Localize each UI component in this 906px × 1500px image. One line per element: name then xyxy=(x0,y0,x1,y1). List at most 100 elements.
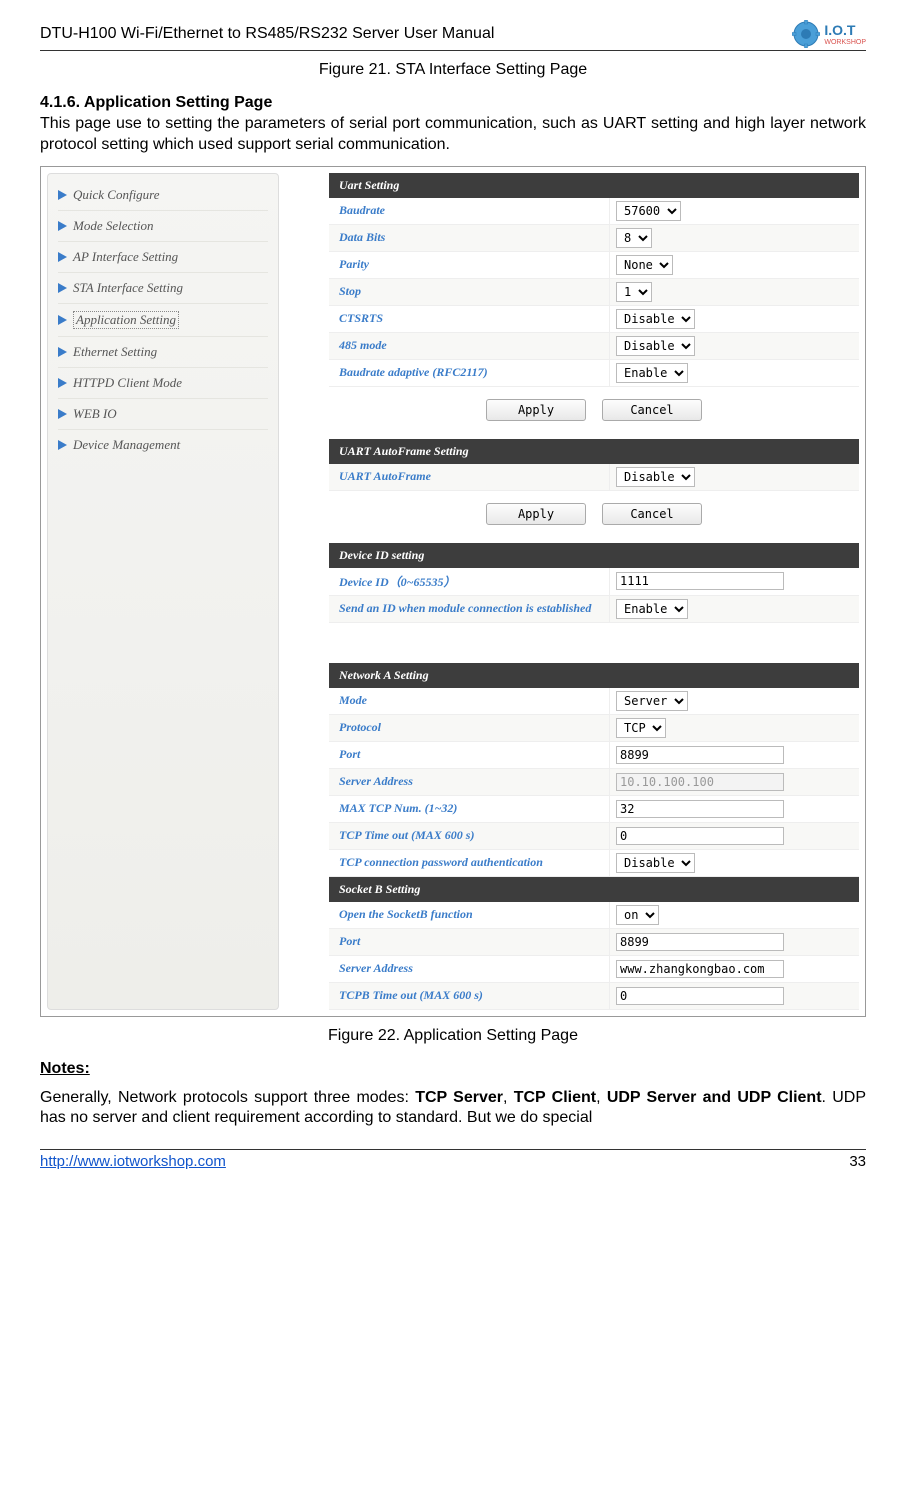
page-header: DTU-H100 Wi-Fi/Ethernet to RS485/RS232 S… xyxy=(40,20,866,51)
page-number: 33 xyxy=(849,1153,866,1170)
setting-control: TCP xyxy=(610,715,859,741)
apply-button[interactable]: Apply xyxy=(486,503,586,525)
input-port[interactable] xyxy=(616,933,784,951)
select-tcp-connection-password-authentication[interactable]: Disable xyxy=(616,853,695,873)
setting-label: Protocol xyxy=(329,715,610,741)
setting-label: UART AutoFrame xyxy=(329,464,610,490)
setting-label: Port xyxy=(329,742,610,768)
gear-icon xyxy=(792,20,820,48)
input-max-tcp-num-1-32-[interactable] xyxy=(616,800,784,818)
setting-row: ModeServer xyxy=(329,688,859,715)
logo-sub: WORKSHOP xyxy=(824,39,866,46)
setting-control xyxy=(610,956,859,982)
sidebar-item-ethernet-setting[interactable]: Ethernet Setting xyxy=(58,337,268,368)
setting-row: Baudrate adaptive (RFC2117)Enable xyxy=(329,360,859,387)
setting-control xyxy=(610,929,859,955)
sidebar-item-label: Quick Configure xyxy=(73,187,160,203)
section-bar: Device ID setting xyxy=(329,543,859,568)
select-parity[interactable]: None xyxy=(616,255,673,275)
sidebar-item-mode-selection[interactable]: Mode Selection xyxy=(58,211,268,242)
input-server-address[interactable] xyxy=(616,960,784,978)
setting-row: Open the SocketB functionon xyxy=(329,902,859,929)
setting-label: Send an ID when module connection is est… xyxy=(329,596,610,622)
arrow-icon xyxy=(58,378,67,388)
input-port[interactable] xyxy=(616,746,784,764)
setting-row: Server Address xyxy=(329,769,859,796)
setting-row: MAX TCP Num. (1~32) xyxy=(329,796,859,823)
arrow-icon xyxy=(58,190,67,200)
sidebar-item-device-management[interactable]: Device Management xyxy=(58,430,268,460)
main-panel: Uart SettingBaudrate 57600 Data Bits 8 Parit… xyxy=(329,173,859,1010)
setting-row: TCPB Time out (MAX 600 s) xyxy=(329,983,859,1010)
section-bar: UART AutoFrame Setting xyxy=(329,439,859,464)
setting-control xyxy=(610,983,859,1009)
setting-control: Enable xyxy=(610,596,859,622)
select-uart-autoframe[interactable]: Disable xyxy=(616,467,695,487)
sidebar-item-sta-interface-setting[interactable]: STA Interface Setting xyxy=(58,273,268,304)
setting-row: Protocol TCP xyxy=(329,715,859,742)
select-ctsrts[interactable]: Disable xyxy=(616,309,695,329)
select-baudrate-adaptive-rfc2117-[interactable]: Enable xyxy=(616,363,688,383)
cancel-button[interactable]: Cancel xyxy=(602,399,702,421)
setting-label: Data Bits xyxy=(329,225,610,251)
notes-text: Generally, Network protocols support thr… xyxy=(40,1088,866,1130)
setting-row: Port xyxy=(329,742,859,769)
sidebar-item-label: Ethernet Setting xyxy=(73,344,157,360)
input-device-id-0-65535-[interactable] xyxy=(616,572,784,590)
select-baudrate[interactable]: 57600 xyxy=(616,201,681,221)
setting-row: Send an ID when module connection is est… xyxy=(329,596,859,623)
input-tcp-time-out-max-600-s-[interactable] xyxy=(616,827,784,845)
section-heading: 4.1.6. Application Setting Page xyxy=(40,94,866,112)
setting-control xyxy=(610,742,859,768)
sidebar-item-application-setting[interactable]: Application Setting xyxy=(58,304,268,337)
setting-label: Parity xyxy=(329,252,610,278)
setting-label: Server Address xyxy=(329,956,610,982)
setting-label: TCPB Time out (MAX 600 s) xyxy=(329,983,610,1009)
sidebar-item-label: Device Management xyxy=(73,437,180,453)
section-bar: Network A Setting xyxy=(329,663,859,688)
sidebar-item-ap-interface-setting[interactable]: AP Interface Setting xyxy=(58,242,268,273)
footer-url[interactable]: http://www.iotworkshop.com xyxy=(40,1153,226,1170)
select-send-an-id-when-module-connection-is-established[interactable]: Enable xyxy=(616,599,688,619)
select-485-mode[interactable]: Disable xyxy=(616,336,695,356)
setting-label: TCP Time out (MAX 600 s) xyxy=(329,823,610,849)
header-title: DTU-H100 Wi-Fi/Ethernet to RS485/RS232 S… xyxy=(40,25,494,43)
setting-control: 1 xyxy=(610,279,859,305)
apply-button[interactable]: Apply xyxy=(486,399,586,421)
setting-row: Server Address xyxy=(329,956,859,983)
notes-heading: Notes: xyxy=(40,1060,866,1078)
setting-label: Device ID（0~65535） xyxy=(329,568,610,595)
sidebar-item-web-io[interactable]: WEB IO xyxy=(58,399,268,430)
cancel-button[interactable]: Cancel xyxy=(602,503,702,525)
input-server-address[interactable] xyxy=(616,773,784,791)
setting-label: Port xyxy=(329,929,610,955)
section-bar: Uart Setting xyxy=(329,173,859,198)
setting-row: CTSRTS Disable xyxy=(329,306,859,333)
sidebar-item-httpd-client-mode[interactable]: HTTPD Client Mode xyxy=(58,368,268,399)
figure-22-caption: Figure 22. Application Setting Page xyxy=(40,1027,866,1045)
arrow-icon xyxy=(58,283,67,293)
setting-control xyxy=(610,769,859,795)
setting-control: None xyxy=(610,252,859,278)
setting-row: Baudrate 57600 xyxy=(329,198,859,225)
select-open-the-socketb-function[interactable]: on xyxy=(616,905,659,925)
setting-row: Port xyxy=(329,929,859,956)
setting-row: Parity None xyxy=(329,252,859,279)
setting-control: Disable xyxy=(610,333,859,359)
select-stop[interactable]: 1 xyxy=(616,282,652,302)
select-mode[interactable]: Server xyxy=(616,691,688,711)
select-data-bits[interactable]: 8 xyxy=(616,228,652,248)
button-row: Apply Cancel xyxy=(329,491,859,543)
input-tcpb-time-out-max-600-s-[interactable] xyxy=(616,987,784,1005)
setting-label: 485 mode xyxy=(329,333,610,359)
figure-21-caption: Figure 21. STA Interface Setting Page xyxy=(40,61,866,79)
arrow-icon xyxy=(58,409,67,419)
sidebar-item-quick-configure[interactable]: Quick Configure xyxy=(58,180,268,211)
select-protocol[interactable]: TCP xyxy=(616,718,666,738)
button-row: Apply Cancel xyxy=(329,387,859,439)
arrow-icon xyxy=(58,347,67,357)
setting-label: CTSRTS xyxy=(329,306,610,332)
setting-label: Baudrate xyxy=(329,198,610,224)
setting-control: Disable xyxy=(610,464,859,490)
setting-row: Device ID（0~65535） xyxy=(329,568,859,596)
